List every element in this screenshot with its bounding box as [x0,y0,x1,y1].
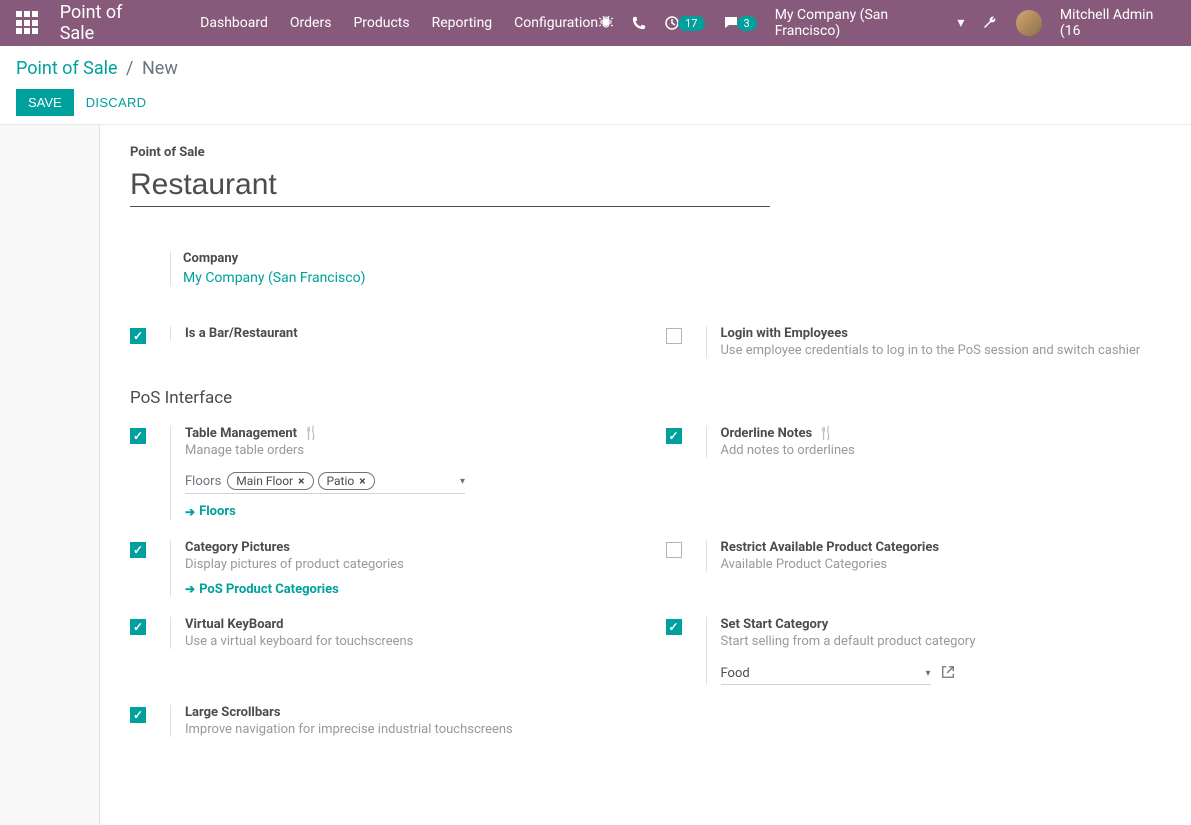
checkbox-orderline-notes[interactable] [666,428,682,444]
cutlery-icon: 🍴 [818,426,834,441]
arrow-right-icon: ➔ [185,505,195,519]
tag-main-floor[interactable]: Main Floor× [227,472,313,490]
topbar-right: 17 3 My Company (San Francisco) ▾ Mitche… [598,7,1175,39]
floors-link[interactable]: ➔ Floors [185,504,236,519]
nav-products[interactable]: Products [353,15,409,31]
setting-login-employees: Login with Employees Use employee creden… [666,316,1162,368]
nav-menu: Dashboard Orders Products Reporting Conf… [200,15,598,31]
clock-badge: 17 [678,16,704,31]
virtual-kb-title: Virtual KeyBoard [185,617,626,632]
name-label: Point of Sale [130,145,1161,160]
save-button[interactable]: SAVE [16,89,74,116]
checkbox-restrict-categories[interactable] [666,542,682,558]
checkbox-start-category[interactable] [666,619,682,635]
external-link-icon[interactable] [941,665,955,683]
pos-categories-link[interactable]: ➔ PoS Product Categories [185,582,339,597]
company-label: Company [183,251,1161,266]
orderline-notes-desc: Add notes to orderlines [721,443,1162,458]
setting-is-bar: Is a Bar/Restaurant [130,316,626,368]
table-mgmt-desc: Manage table orders [185,443,626,458]
start-cat-title: Set Start Category [721,617,1162,632]
orderline-notes-title: Orderline Notes 🍴 [721,426,1162,441]
discard-button[interactable]: DISCARD [86,95,147,110]
nav-orders[interactable]: Orders [290,15,332,31]
checkbox-is-bar[interactable] [130,328,146,344]
large-scroll-desc: Improve navigation for imprecise industr… [185,722,626,737]
breadcrumb-root[interactable]: Point of Sale [16,58,118,79]
breadcrumb-sep: / [126,58,133,79]
restrict-cat-title: Restrict Available Product Categories [721,540,1162,555]
setting-start-category: Set Start Category Start selling from a … [666,607,1162,695]
login-emp-desc: Use employee credentials to log in to th… [721,343,1162,358]
chevron-down-icon: ▾ [957,15,964,31]
setting-orderline-notes: Orderline Notes 🍴 Add notes to orderline… [666,416,1162,530]
checkbox-table-management[interactable] [130,428,146,444]
bug-icon[interactable] [598,15,614,31]
login-emp-title: Login with Employees [721,326,1162,341]
user-name[interactable]: Mitchell Admin (16 [1060,7,1175,39]
tag-patio[interactable]: Patio× [318,472,375,490]
floors-label: Floors [185,474,221,489]
checkbox-virtual-keyboard[interactable] [130,619,146,635]
large-scroll-title: Large Scrollbars [185,705,626,720]
clock-icon[interactable]: 17 [664,15,704,31]
sheet-gutter [0,125,100,825]
breadcrumb: Point of Sale / New [16,58,1175,79]
start-category-select[interactable]: Food ▾ [721,663,931,685]
floors-tags-input[interactable]: Floors Main Floor× Patio× ▾ [185,472,465,494]
app-title: Point of Sale [60,2,160,44]
checkbox-login-employees[interactable] [666,328,682,344]
setting-large-scrollbars: Large Scrollbars Improve navigation for … [130,695,626,747]
chevron-down-icon[interactable]: ▾ [460,476,465,487]
wrench-icon[interactable] [982,15,998,31]
start-cat-desc: Start selling from a default product cat… [721,634,1162,649]
cat-pictures-desc: Display pictures of product categories [185,557,626,572]
company-selector[interactable]: My Company (San Francisco) ▾ [775,7,965,39]
table-mgmt-title: Table Management 🍴 [185,426,626,441]
apps-icon[interactable] [16,11,40,35]
section-pos-interface: PoS Interface [130,388,1161,408]
topbar: Point of Sale Dashboard Orders Products … [0,0,1191,46]
is-bar-title: Is a Bar/Restaurant [185,326,626,341]
setting-restrict-categories: Restrict Available Product Categories Av… [666,530,1162,608]
company-field: Company My Company (San Francisco) [170,251,1161,286]
cutlery-icon: 🍴 [303,426,319,441]
breadcrumb-bar: Point of Sale / New SAVE DISCARD [0,46,1191,125]
tag-remove-icon[interactable]: × [359,474,365,488]
chat-icon[interactable]: 3 [723,15,757,31]
phone-icon[interactable] [632,16,646,30]
checkbox-category-pictures[interactable] [130,542,146,558]
checkbox-large-scrollbars[interactable] [130,707,146,723]
setting-category-pictures: Category Pictures Display pictures of pr… [130,530,626,608]
avatar[interactable] [1016,10,1042,36]
nav-configuration[interactable]: Configuration [514,15,598,31]
virtual-kb-desc: Use a virtual keyboard for touchscreens [185,634,626,649]
form-sheet: Point of Sale Company My Company (San Fr… [100,125,1191,825]
setting-virtual-keyboard: Virtual KeyBoard Use a virtual keyboard … [130,607,626,695]
tag-remove-icon[interactable]: × [298,474,304,488]
breadcrumb-current: New [142,58,178,79]
name-input[interactable] [130,164,770,207]
arrow-right-icon: ➔ [185,582,195,596]
chevron-down-icon: ▾ [925,668,930,679]
company-value[interactable]: My Company (San Francisco) [183,270,1161,286]
setting-table-management: Table Management 🍴 Manage table orders F… [130,416,626,530]
action-bar: SAVE DISCARD [16,89,1175,116]
chat-badge: 3 [737,16,757,31]
restrict-cat-desc: Available Product Categories [721,557,1162,572]
cat-pictures-title: Category Pictures [185,540,626,555]
nav-reporting[interactable]: Reporting [432,15,493,31]
nav-dashboard[interactable]: Dashboard [200,15,268,31]
